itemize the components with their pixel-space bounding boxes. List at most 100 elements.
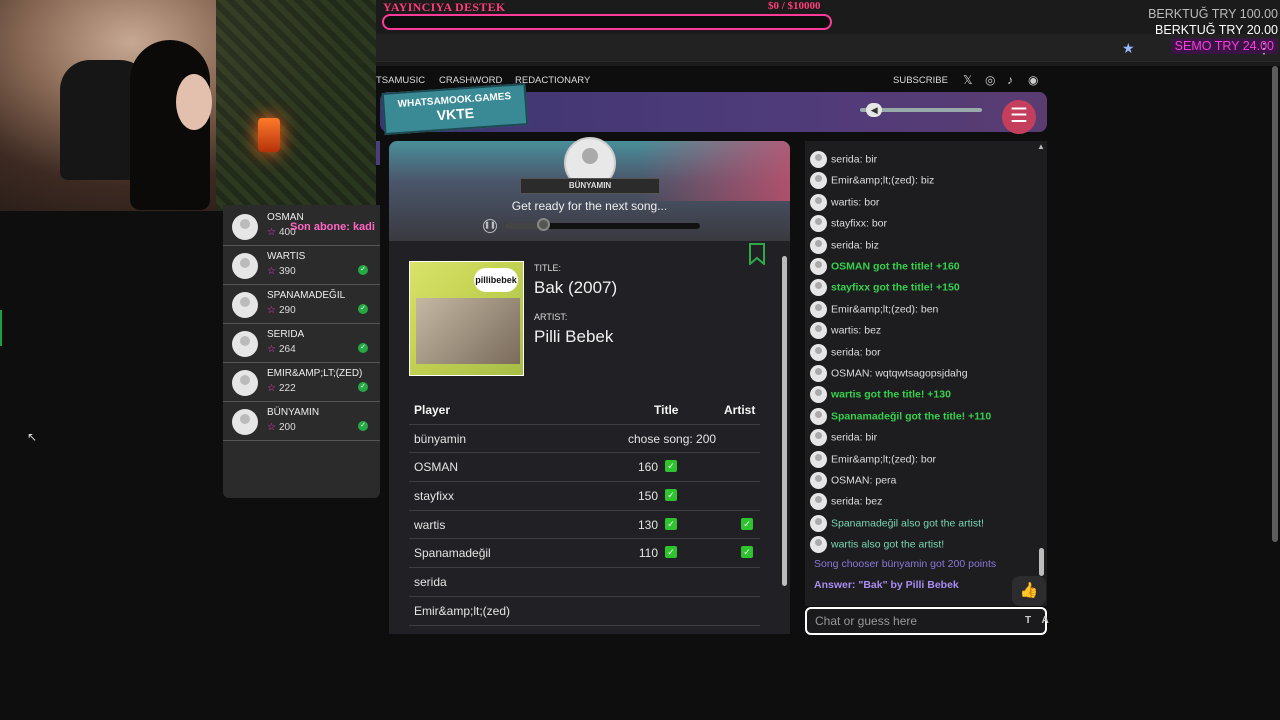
chat-message: serida: bir [810, 151, 877, 171]
chat-message-text: serida: bez [831, 495, 883, 508]
check-icon: ✓ [358, 265, 368, 275]
star-icon: ☆ [267, 344, 276, 355]
check-icon: ✓ [358, 421, 368, 431]
avatar [810, 450, 827, 468]
page-scrollbar[interactable] [1272, 66, 1278, 542]
bookmark-icon[interactable] [748, 243, 766, 265]
avatar [810, 215, 827, 233]
address-bar[interactable] [376, 34, 1280, 62]
chat-message-text: stayfixx got the title! +150 [831, 281, 960, 294]
panel-scrollbar[interactable] [781, 244, 788, 632]
chat-message: Spanamadeğil also got the artist! [810, 514, 984, 535]
check-icon: ✓ [665, 517, 677, 530]
title-label: TITLE: [534, 263, 562, 273]
chat-message: stayfixx got the title! +150 [810, 279, 960, 299]
discord-icon[interactable]: ◉ [1028, 73, 1038, 87]
chat-message-text: serida: bor [831, 345, 881, 358]
table-row: Spanamadeğil 110 ✓ ✓ [409, 539, 760, 569]
avatar [232, 331, 258, 357]
points-value: 222 [278, 383, 296, 394]
album-cover: pillibebek [409, 261, 524, 376]
leaderboard-row: EMIR&AMP;LT;(ZED) ☆ 222 ✓ [223, 363, 380, 402]
chat-scrollbar[interactable] [1039, 548, 1044, 576]
song-artist: Pilli Bebek [534, 327, 614, 346]
chat-message-text: Spanamadeğil got the title! +110 [831, 410, 992, 423]
leaderboard-points: ☆ 200 [267, 422, 296, 433]
chat-message-text: wartis got the title! +130 [831, 388, 951, 401]
check-icon: ✓ [665, 546, 677, 559]
chat-message: Song chooser bünyamin got 200 points [814, 558, 996, 578]
avatar [232, 253, 258, 279]
avatar [810, 300, 827, 318]
avatar [810, 536, 827, 554]
twitter-icon[interactable]: 𝕏 [963, 73, 973, 87]
chat-message: wartis: bor [810, 193, 879, 214]
donation-amount: $0 / $10000 [768, 0, 821, 12]
star-icon: ☆ [267, 266, 276, 277]
chat-message: stayfixx: bor [810, 215, 887, 235]
score-table: Player Title Artist bünyamin chose song:… [409, 396, 760, 626]
table-header: Player Title Artist [409, 396, 760, 425]
points-value: 390 [278, 266, 296, 277]
donation-progress-bar [382, 14, 832, 30]
tiktok-icon[interactable]: ♪ [1007, 73, 1013, 87]
chat-message-text: Emir&amp;lt;(zed): biz [831, 174, 935, 187]
subscribe-link[interactable]: SUBSCRIBE [893, 75, 948, 86]
chat-message: Emir&amp;lt;(zed): bor [810, 450, 937, 471]
points-value: 200 [278, 422, 296, 433]
check-icon: ✓ [358, 382, 368, 392]
chat-input[interactable] [805, 607, 1047, 635]
chat-message: wartis also got the artist! [810, 536, 944, 556]
ticker-item: BERKTUĞ TRY 100.00 [1148, 7, 1278, 21]
row-player: Spanamadeğil [414, 546, 491, 561]
avatar [810, 343, 827, 361]
chat-format-tools[interactable]: T A [1025, 615, 1053, 626]
row-player: bünyamin [414, 431, 467, 446]
cover-brand-text: pillibebek [474, 268, 518, 292]
instagram-icon[interactable]: ◎ [985, 73, 995, 87]
leaderboard-player-name: EMIR&AMP;LT;(ZED) [267, 368, 363, 379]
bookmark-star-icon[interactable]: ★ [1122, 40, 1135, 57]
check-icon: ✓ [741, 546, 753, 559]
game-status: Get ready for the next song... [511, 199, 668, 213]
chat-message: OSMAN: wqtqwtsagopsjdahg [810, 365, 968, 385]
row-player: wartis [414, 517, 446, 532]
leaderboard-row: WARTIS ☆ 390 ✓ [223, 246, 380, 285]
pause-icon[interactable]: ❚❚ [483, 219, 497, 233]
nav-item-redactionary[interactable]: REDACTIONARY [515, 75, 590, 86]
row-player: serida [414, 575, 447, 590]
row-player: Emir&amp;lt;(zed) [414, 603, 511, 618]
chat-message: Emir&amp;lt;(zed): ben [810, 300, 938, 321]
avatar [810, 279, 827, 297]
volume-icon[interactable]: ◀ [866, 103, 883, 117]
star-icon: ☆ [267, 422, 276, 433]
donation-title: YAYINCIYA DESTEK [383, 0, 506, 14]
chat-message: serida: bor [810, 343, 881, 364]
edge-marker [0, 310, 2, 346]
avatar [810, 172, 827, 190]
avatar [810, 407, 827, 425]
side-tab[interactable] [376, 141, 380, 165]
table-row: bünyamin chose song: 200 [409, 425, 760, 454]
chat-message-text: Emir&amp;lt;(zed): bor [831, 452, 937, 465]
row-player: stayfixx [414, 489, 455, 504]
menu-button[interactable]: ☰ [1002, 100, 1036, 134]
check-icon: ✓ [665, 489, 677, 502]
nav-item-tsamusic[interactable]: TSAMUSIC [376, 75, 425, 86]
column-title: Title [654, 403, 679, 417]
chat-message: OSMAN: pera [810, 472, 896, 492]
chat-message: Emir&amp;lt;(zed): biz [810, 172, 934, 192]
artist-label: ARTIST: [534, 312, 568, 322]
scroll-up-icon[interactable]: ▲ [1037, 142, 1045, 151]
song-title: Bak (2007) [534, 278, 618, 297]
chat-message-text: wartis also got the artist! [831, 538, 945, 551]
avatar [810, 472, 827, 489]
avatar [810, 514, 827, 532]
more-menu-icon[interactable]: ⋮ [1257, 40, 1271, 57]
chat-message: wartis got the title! +130 [810, 386, 951, 406]
avatar [810, 258, 827, 275]
avatar [810, 429, 827, 447]
thumbs-up-button[interactable]: 👍 [1012, 576, 1046, 606]
column-player: Player [414, 403, 451, 417]
points-value: 264 [278, 344, 296, 355]
